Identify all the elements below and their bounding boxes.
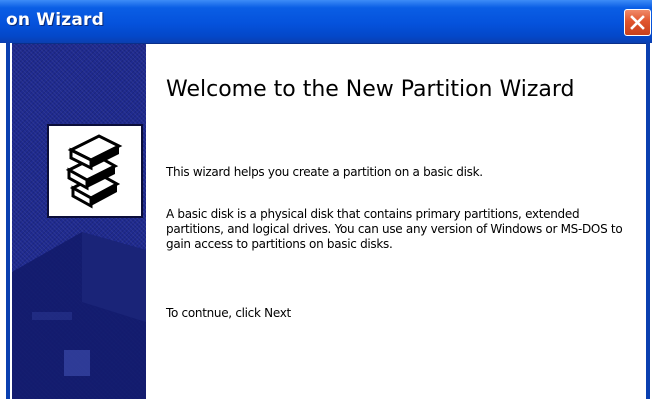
wizard-heading: Welcome to the New Partition Wizard xyxy=(166,77,575,102)
window-frame-right xyxy=(646,43,652,399)
window-title: on Wizard xyxy=(6,10,104,30)
window-frame-left xyxy=(0,43,12,399)
disk-stack-icon xyxy=(65,134,123,209)
close-icon xyxy=(630,15,645,30)
wizard-description-text: A basic disk is a physical disk that con… xyxy=(166,207,623,251)
wizard-side-banner xyxy=(12,44,146,399)
title-bar[interactable]: on Wizard xyxy=(0,0,652,44)
wizard-intro-text: This wizard helps you create a partition… xyxy=(166,165,483,179)
close-button[interactable] xyxy=(624,9,651,36)
wizard-continue-text: To contnue, click Next xyxy=(166,306,291,320)
wizard-icon xyxy=(47,124,143,218)
